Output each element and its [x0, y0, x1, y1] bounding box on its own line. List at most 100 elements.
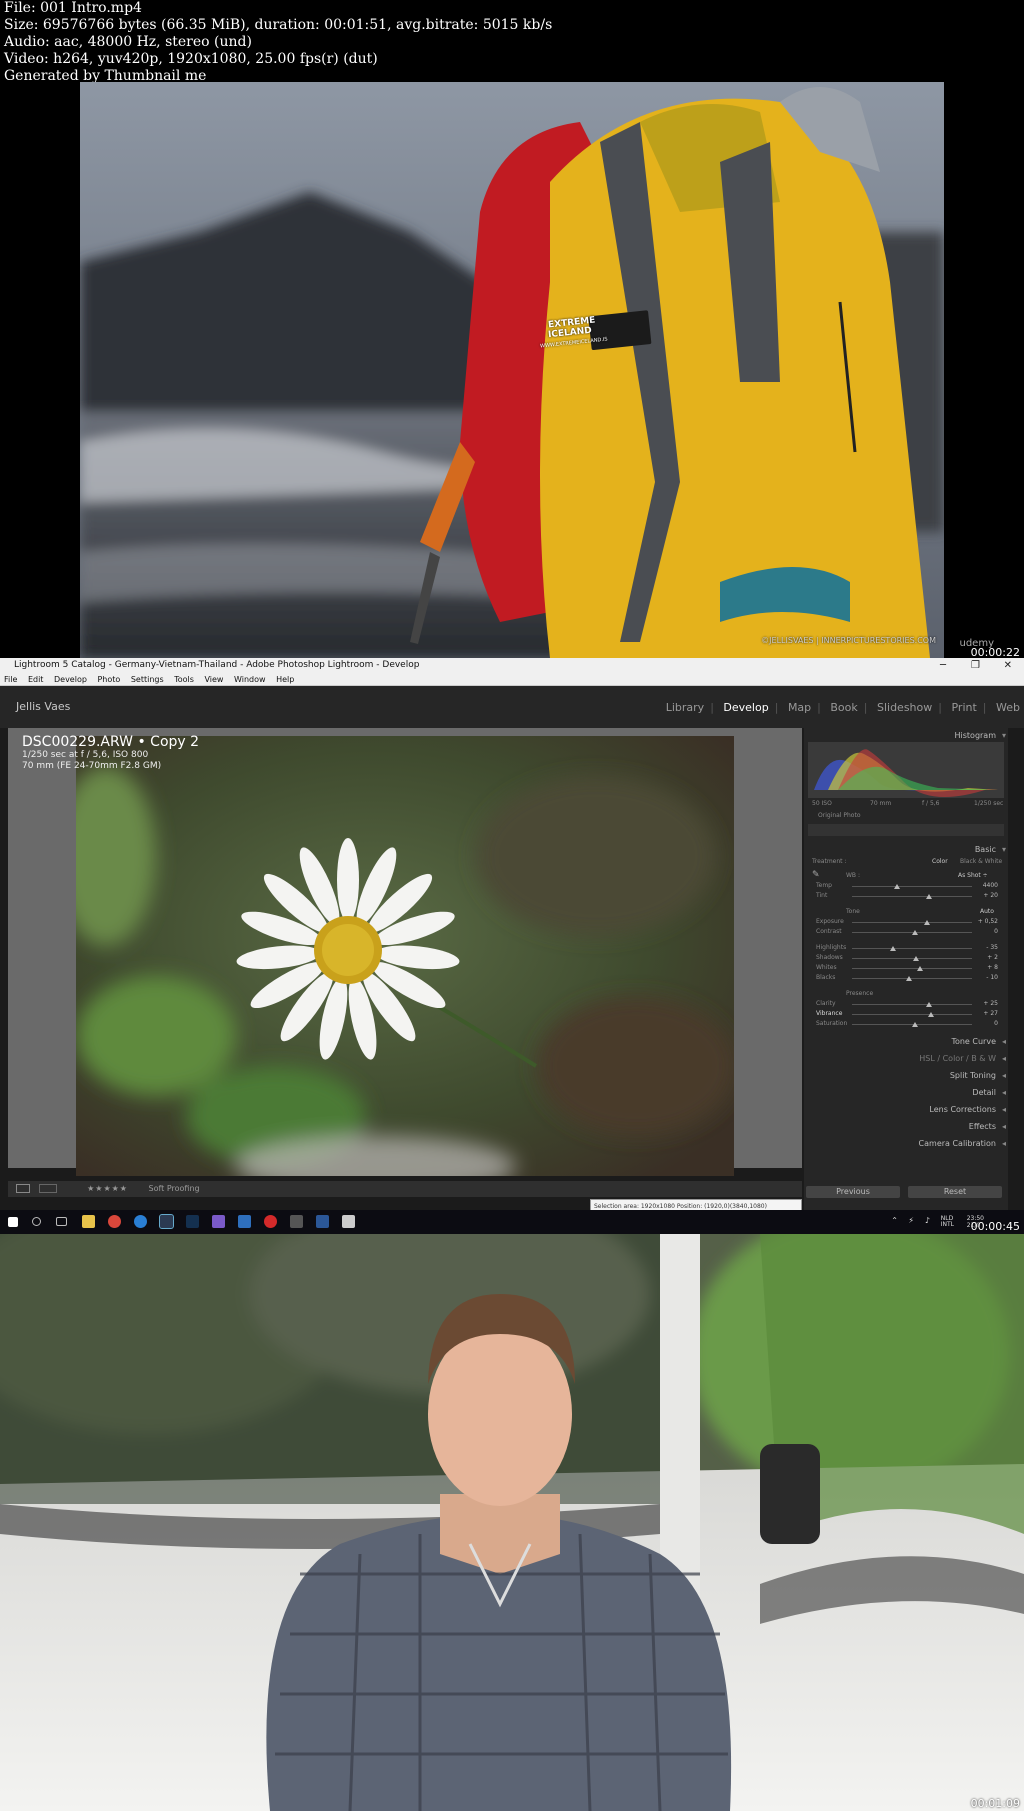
word-icon[interactable]: [316, 1215, 329, 1228]
windows-taskbar: ⌃ ⚡ ♪ NLD INTL 23:50 21/0: [0, 1210, 1024, 1234]
lens-corrections-header[interactable]: Lens Corrections: [804, 1102, 1008, 1117]
search-icon[interactable]: [32, 1217, 41, 1226]
tab-slideshow[interactable]: Slideshow: [877, 701, 932, 714]
file-explorer-icon[interactable]: [82, 1215, 95, 1228]
menu-tools[interactable]: Tools: [174, 675, 194, 684]
keyboard-layout: INTL: [940, 1221, 954, 1228]
slider-saturation[interactable]: Saturation 0: [812, 1020, 1002, 1029]
tab-web[interactable]: Web: [996, 701, 1020, 714]
slider-temp[interactable]: Temp 4400: [812, 882, 1002, 891]
photo-canvas[interactable]: DSC00229.ARW • Copy 2 1/250 sec at f / 5…: [8, 728, 802, 1176]
daisy-photo[interactable]: [76, 736, 734, 1176]
slider-contrast[interactable]: Contrast 0: [812, 928, 1002, 937]
credit-watermark: ©JELLISVAES | INNERPICTURESTORIES.COM: [761, 636, 936, 645]
app-icon-light[interactable]: [342, 1215, 355, 1228]
menu-develop[interactable]: Develop: [54, 675, 87, 684]
module-picker-bar: Jellis Vaes Library | Develop | Map | Book |…: [0, 686, 1024, 728]
photoshop-icon[interactable]: [186, 1215, 199, 1228]
menu-edit[interactable]: Edit: [28, 675, 44, 684]
slider-clarity[interactable]: Clarity + 25: [812, 1000, 1002, 1009]
photo-lens: 70 mm (FE 24-70mm F2.8 GM): [22, 761, 162, 771]
video-frame-hiker: EXTREME ICELAND WWW.EXTREMEICELAND.IS ©J…: [80, 82, 944, 658]
histo-focal: 70 mm: [870, 800, 892, 807]
app-icon-red[interactable]: [264, 1215, 277, 1228]
wb-select[interactable]: As Shot ÷: [958, 872, 988, 879]
file-size-line: Size: 69576766 bytes (66.35 MiB), durati…: [4, 17, 553, 33]
previous-button[interactable]: Previous: [806, 1186, 900, 1198]
slider-vibrance[interactable]: Vibrance + 27: [812, 1010, 1002, 1019]
loupe-view-icon[interactable]: [16, 1184, 30, 1193]
auto-button[interactable]: Auto: [980, 908, 994, 915]
histo-shutter: 1/250 sec: [974, 800, 1004, 807]
eyedropper-icon[interactable]: ✎: [812, 870, 820, 880]
network-icon[interactable]: ⚡: [908, 1216, 914, 1225]
tab-develop[interactable]: Develop: [723, 701, 768, 714]
histogram: [808, 742, 1004, 798]
histo-iso: 50 ISO: [812, 800, 832, 807]
menu-file[interactable]: File: [4, 675, 17, 684]
tray-clock[interactable]: NLD INTL: [941, 1216, 954, 1228]
ie-icon[interactable]: [134, 1215, 147, 1228]
frame2-timestamp: 00:00:45: [970, 1220, 1020, 1233]
treatment-label: Treatment :: [812, 858, 847, 865]
module-tabs: Library | Develop | Map | Book | Slideshow | …: [665, 701, 1020, 714]
basic-header[interactable]: Basic: [804, 842, 1008, 857]
windows-start-icon[interactable]: [8, 1217, 18, 1227]
menu-window[interactable]: Window: [234, 675, 266, 684]
hiker-photo: [80, 82, 944, 658]
audio-line: Audio: aac, 48000 Hz, stereo (und): [4, 34, 252, 50]
slider-exposure[interactable]: Exposure + 0,52: [812, 918, 1002, 927]
task-view-icon[interactable]: [56, 1217, 67, 1226]
window-title-bar: Lightroom 5 Catalog - Germany-Vietnam-Th…: [0, 658, 1024, 673]
star-rating[interactable]: ★★★★★: [87, 1184, 128, 1193]
reset-button[interactable]: Reset: [908, 1186, 1002, 1198]
slider-blacks[interactable]: Blacks - 10: [812, 974, 1002, 983]
file-name-line: File: 001 Intro.mp4: [4, 0, 142, 16]
wb-label: WB :: [846, 872, 860, 879]
soft-proofing-checkbox[interactable]: Soft Proofing: [149, 1184, 200, 1193]
slider-tint[interactable]: Tint + 20: [812, 892, 1002, 901]
app-icon-purple[interactable]: [212, 1215, 225, 1228]
tab-library[interactable]: Library: [666, 701, 704, 714]
menu-settings[interactable]: Settings: [131, 675, 164, 684]
chrome-icon[interactable]: [108, 1215, 121, 1228]
minimize-icon[interactable]: ─: [940, 658, 946, 673]
effects-header[interactable]: Effects: [804, 1119, 1008, 1134]
menu-photo[interactable]: Photo: [97, 675, 120, 684]
tab-map[interactable]: Map: [788, 701, 811, 714]
treatment-bw[interactable]: Black & White: [960, 858, 1002, 865]
file-info-header: File: 001 Intro.mp4 Size: 69576766 bytes…: [0, 0, 1024, 84]
slider-highlights[interactable]: Highlights - 35: [812, 944, 1002, 953]
close-icon[interactable]: ✕: [1004, 658, 1012, 673]
presenter-photo: [0, 1234, 1024, 1811]
tab-book[interactable]: Book: [830, 701, 857, 714]
tray-chevron-icon[interactable]: ⌃: [891, 1216, 898, 1225]
tool-strip[interactable]: [808, 824, 1004, 836]
histogram-header[interactable]: Histogram: [804, 728, 1008, 743]
volume-icon[interactable]: ♪: [925, 1216, 930, 1225]
detail-header[interactable]: Detail: [804, 1085, 1008, 1100]
tab-print[interactable]: Print: [951, 701, 976, 714]
original-photo-label[interactable]: Original Photo: [818, 812, 861, 819]
video-frame-presenter: [0, 1234, 1024, 1811]
slider-whites[interactable]: Whites + 8: [812, 964, 1002, 973]
hsl-header[interactable]: HSL / Color / B & W: [804, 1051, 1008, 1066]
histo-aperture: f / 5,6: [922, 800, 940, 807]
app-icon-gray[interactable]: [290, 1215, 303, 1228]
tone-label: Tone: [846, 908, 860, 915]
compare-view-icon[interactable]: [38, 1184, 57, 1193]
treatment-color[interactable]: Color: [932, 858, 948, 865]
tone-curve-header[interactable]: Tone Curve: [804, 1034, 1008, 1049]
camera-calibration-header[interactable]: Camera Calibration: [804, 1136, 1008, 1151]
video-line: Video: h264, yuv420p, 1920x1080, 25.00 f…: [4, 51, 378, 67]
slider-shadows[interactable]: Shadows + 2: [812, 954, 1002, 963]
menu-help[interactable]: Help: [276, 675, 294, 684]
split-toning-header[interactable]: Split Toning: [804, 1068, 1008, 1083]
app-icon-blue[interactable]: [238, 1215, 251, 1228]
photo-filename: DSC00229.ARW • Copy 2: [22, 734, 200, 750]
menu-view[interactable]: View: [204, 675, 223, 684]
photo-exposure: 1/250 sec at f / 5,6, ISO 800: [22, 750, 149, 760]
identity-plate: Jellis Vaes: [16, 700, 71, 713]
maximize-icon[interactable]: ❐: [971, 658, 980, 673]
lightroom-icon[interactable]: [159, 1214, 174, 1229]
